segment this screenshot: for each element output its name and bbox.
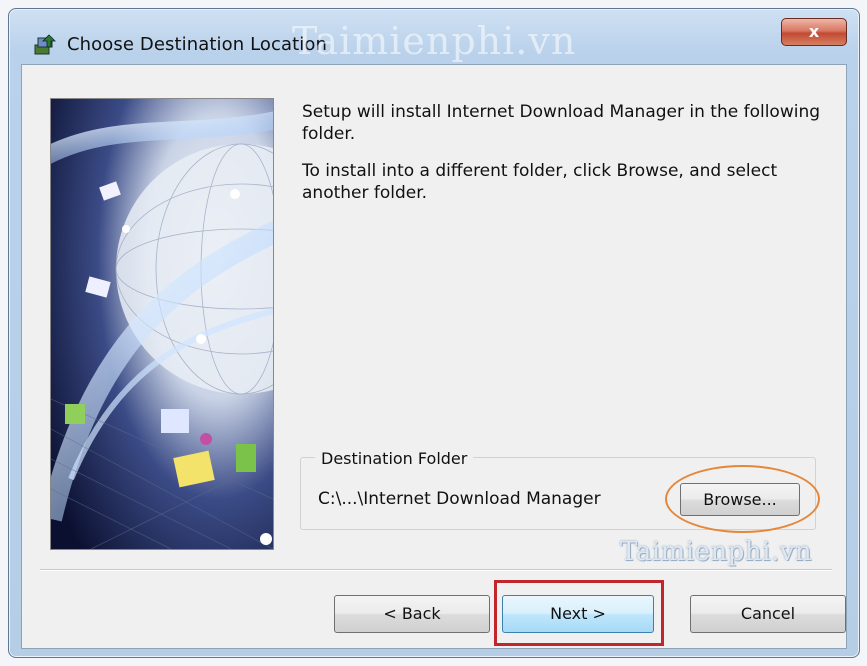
cancel-button[interactable]: Cancel [690, 595, 846, 633]
button-separator [40, 569, 832, 571]
close-button[interactable]: x [781, 18, 847, 46]
close-icon: x [808, 22, 820, 41]
next-button[interactable]: Next > [502, 595, 654, 633]
watermark-top: Taimienphi.vn [292, 19, 577, 63]
title-bar[interactable]: Choose Destination Location Taimienphi.v… [9, 9, 859, 64]
window-title: Choose Destination Location [67, 34, 328, 55]
back-button[interactable]: < Back [334, 595, 490, 633]
installer-icon [34, 34, 56, 55]
destination-folder-label: Destination Folder [315, 449, 474, 468]
browse-button[interactable]: Browse... [680, 483, 800, 516]
install-message: Setup will install Internet Download Man… [302, 102, 821, 144]
destination-path: C:\...\Internet Download Manager [318, 489, 601, 509]
setup-dialog: Choose Destination Location Taimienphi.v… [8, 8, 860, 658]
setup-banner-image [50, 98, 274, 550]
watermark-bottom: Taimienphi.vn [620, 537, 813, 567]
browse-instruction: To install into a different folder, clic… [302, 161, 778, 203]
dialog-body: Setup will install Internet Download Man… [21, 64, 847, 649]
